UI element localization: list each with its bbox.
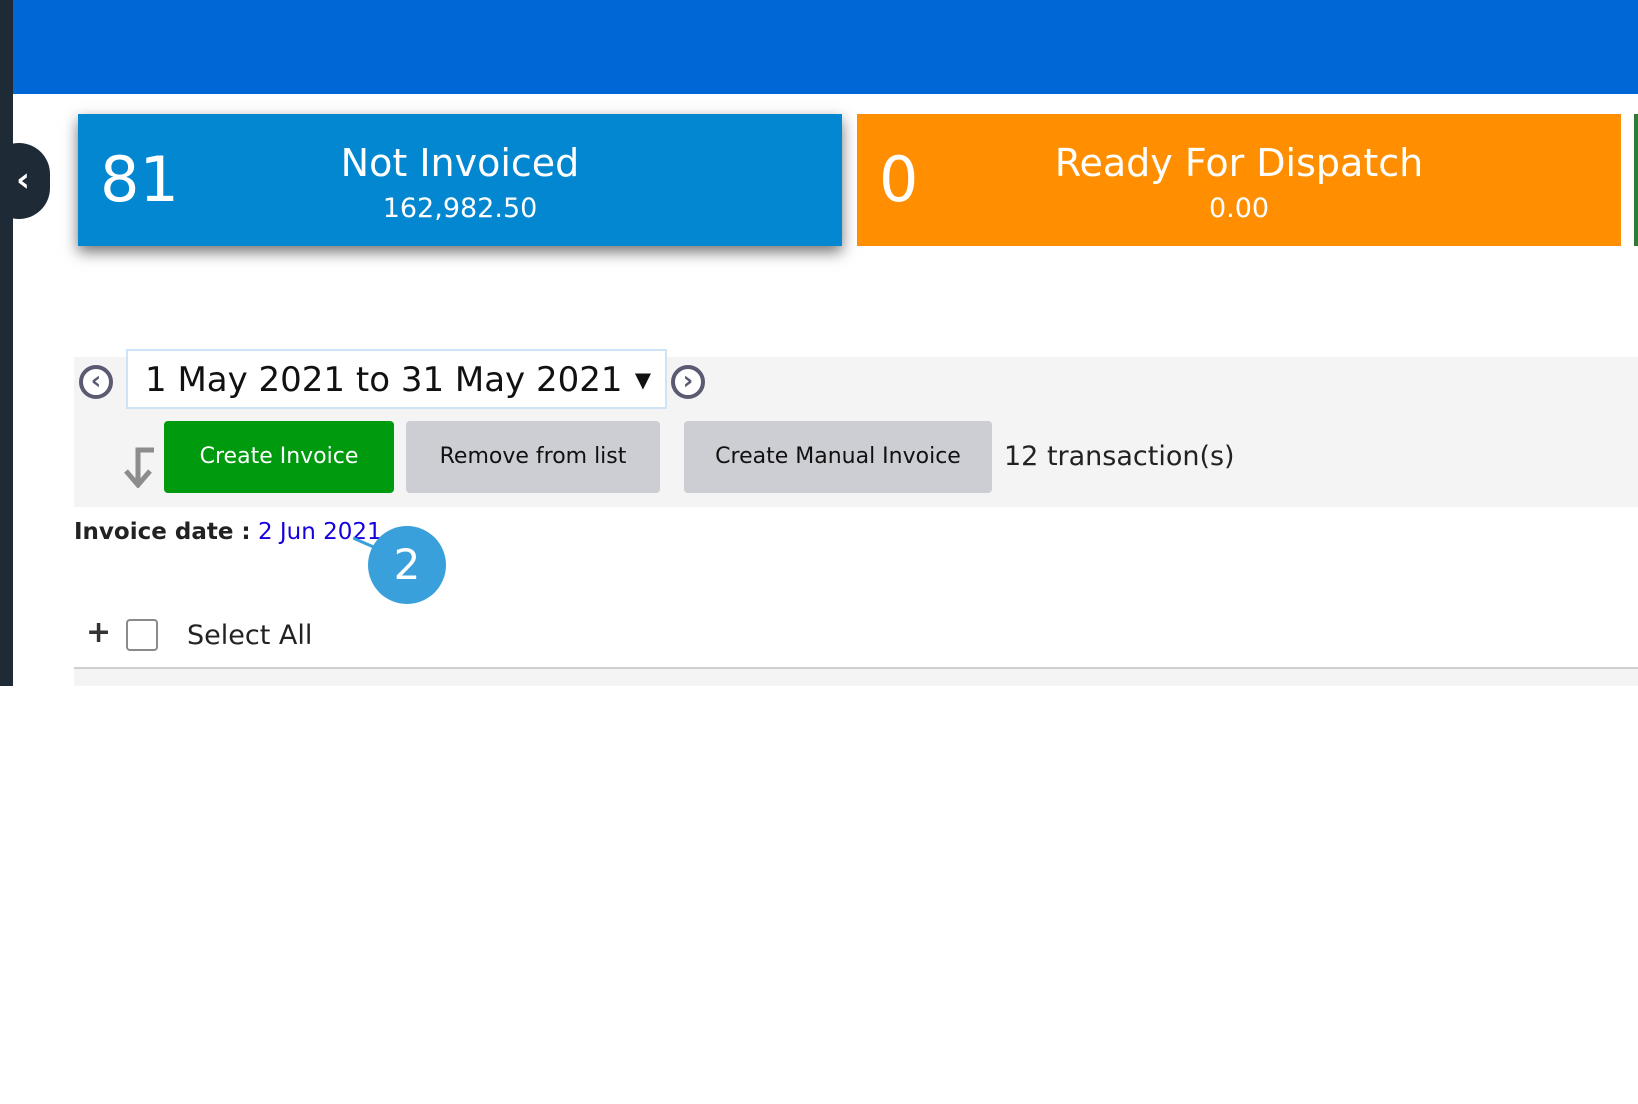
circle-chevron-left-icon: ‹ <box>90 366 102 396</box>
ready-for-dispatch-amount: 0.00 <box>1208 193 1270 224</box>
remove-from-list-button[interactable]: Remove from list <box>406 421 660 493</box>
date-range-value: 1 May 2021 to 31 May 2021 <box>145 360 623 400</box>
ready-for-dispatch-card[interactable]: 0 Ready For Dispatch 0.00 <box>857 114 1621 246</box>
expand-all-button[interactable]: + <box>86 616 111 650</box>
invoice-date-label: Invoice date : <box>74 519 251 545</box>
ready-for-dispatch-title: Ready For Dispatch <box>1054 141 1424 185</box>
date-range-select[interactable]: 1 May 2021 to 31 May 2021 ▼ <box>126 349 667 409</box>
select-all-checkbox[interactable] <box>126 619 158 651</box>
caret-down-icon: ▼ <box>634 368 651 392</box>
next-period-button[interactable]: › <box>671 365 705 399</box>
not-invoiced-amount: 162,982.50 <box>382 193 538 224</box>
next-card-edge <box>1634 114 1638 246</box>
create-invoice-button[interactable]: Create Invoice <box>164 421 394 493</box>
list-body <box>74 669 1638 686</box>
circle-chevron-right-icon: › <box>682 366 694 396</box>
sort-arrow-icon[interactable] <box>120 444 160 488</box>
not-invoiced-title: Not Invoiced <box>340 141 580 185</box>
not-invoiced-card[interactable]: 81 Not Invoiced 162,982.50 <box>78 114 842 246</box>
invoice-date-row: Invoice date : 2 Jun 2021 <box>74 517 382 547</box>
previous-period-button[interactable]: ‹ <box>79 365 113 399</box>
left-sidebar-edge <box>0 0 13 686</box>
transaction-count: 12 transaction(s) <box>1004 441 1235 472</box>
create-manual-invoice-button[interactable]: Create Manual Invoice <box>684 421 992 493</box>
chevron-left-icon: ‹ <box>16 160 31 200</box>
step-callout-badge: 2 <box>368 526 446 604</box>
collapse-sidebar-button[interactable]: ‹ <box>0 143 50 219</box>
top-header-bar <box>13 0 1638 94</box>
select-all-label: Select All <box>187 620 313 651</box>
